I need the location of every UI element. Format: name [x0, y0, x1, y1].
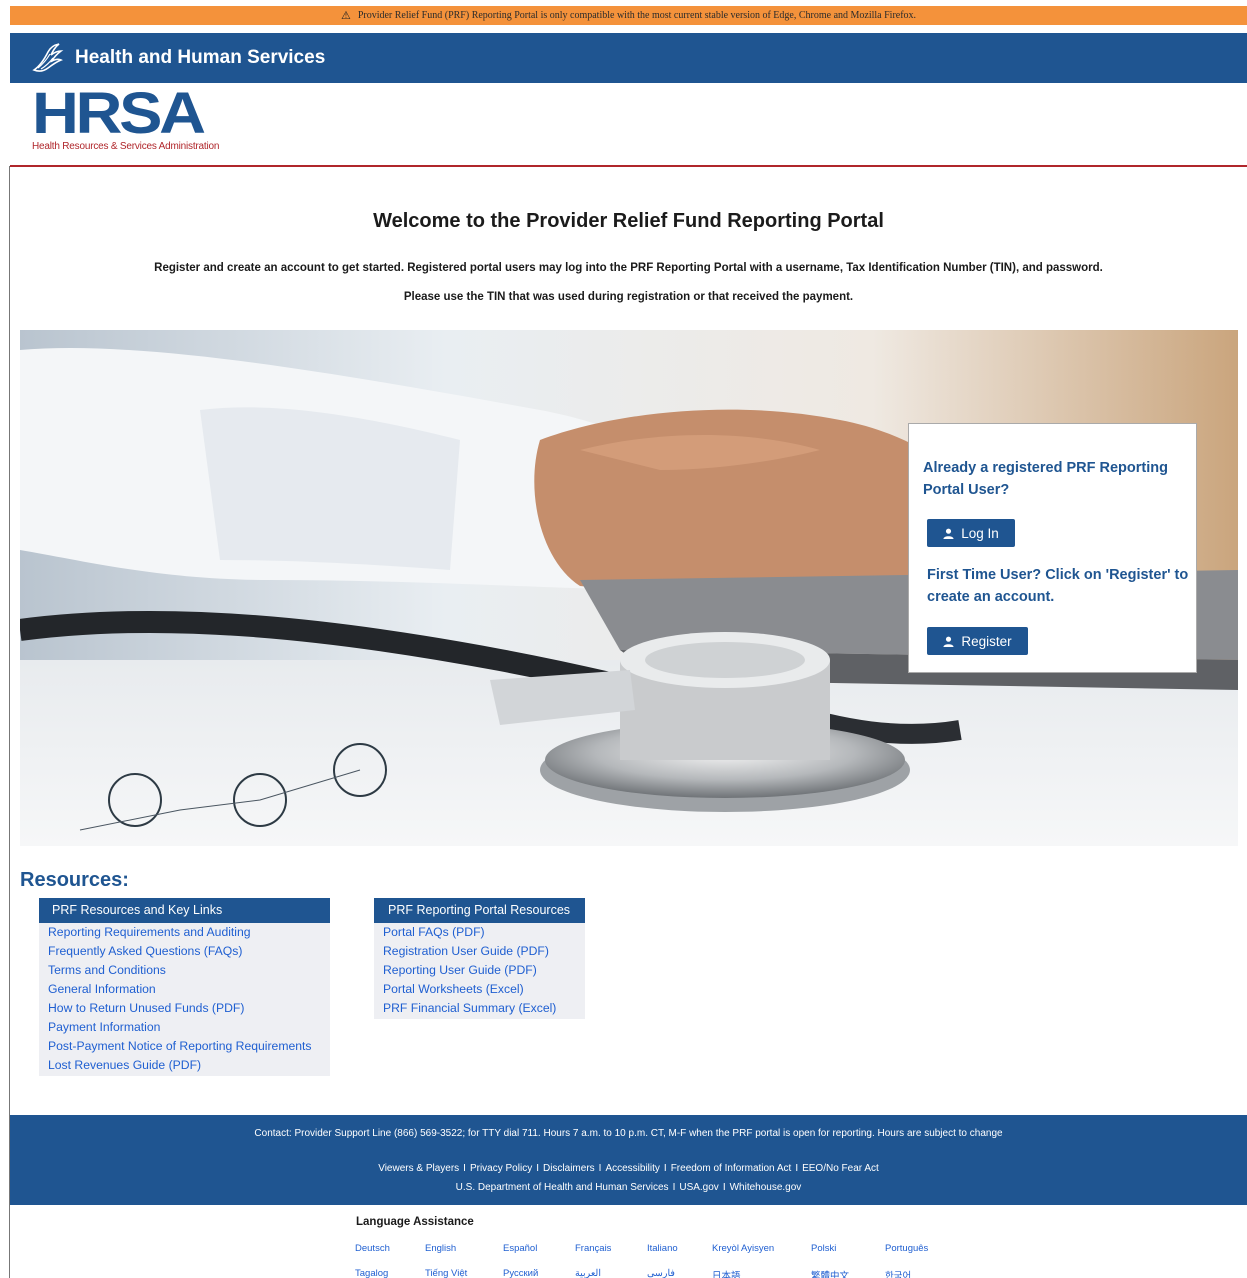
footer-link-whitehouse-gov[interactable]: Whitehouse.gov	[730, 1182, 802, 1193]
portal-resources-panel: PRF Reporting Portal Resources Portal FA…	[374, 898, 585, 1019]
language-link-polski[interactable]: Polski	[811, 1243, 836, 1254]
hhs-title[interactable]: Health and Human Services	[75, 47, 325, 69]
language-link-portugues[interactable]: Português	[885, 1243, 928, 1254]
link-payment-information[interactable]: Payment Information	[39, 1018, 330, 1037]
register-button-label: Register	[961, 633, 1012, 649]
first-time-user-prompt: First Time User? Click on 'Register' to …	[927, 567, 1189, 605]
language-link-kreyol[interactable]: Kreyòl Ayisyen	[712, 1243, 774, 1254]
site-footer: Contact: Provider Support Line (866) 569…	[10, 1115, 1247, 1205]
language-link-francais[interactable]: Français	[575, 1243, 611, 1254]
footer-separator: I	[598, 1163, 602, 1174]
page-left-border	[9, 166, 10, 1278]
person-icon	[943, 636, 954, 647]
link-post-payment-notice[interactable]: Post-Payment Notice of Reporting Require…	[39, 1037, 330, 1056]
login-card: Already a registered PRF Reporting Porta…	[908, 423, 1197, 673]
support-contact-text: Contact: Provider Support Line (866) 569…	[254, 1128, 1003, 1139]
language-link-english[interactable]: English	[425, 1243, 456, 1254]
warning-triangle-icon: ⚠	[340, 10, 351, 22]
language-link-chinese[interactable]: 繁體中文	[811, 1268, 849, 1278]
page-title: Welcome to the Provider Relief Fund Repo…	[373, 210, 884, 232]
prf-resources-panel: PRF Resources and Key Links Reporting Re…	[39, 898, 330, 1076]
link-return-unused-funds[interactable]: How to Return Unused Funds (PDF)	[39, 999, 330, 1018]
link-reporting-user-guide[interactable]: Reporting User Guide (PDF)	[374, 961, 585, 980]
link-reporting-requirements[interactable]: Reporting Requirements and Auditing	[39, 923, 330, 942]
footer-link-accessibility[interactable]: Accessibility	[605, 1163, 659, 1174]
login-button-label: Log In	[961, 525, 999, 541]
language-link-russian[interactable]: Русский	[503, 1268, 538, 1278]
link-portal-worksheets[interactable]: Portal Worksheets (Excel)	[374, 980, 585, 999]
header-divider	[10, 165, 1247, 167]
hhs-header: Health and Human Services	[10, 33, 1247, 83]
footer-separator: I	[722, 1182, 726, 1193]
language-link-tagalog[interactable]: Tagalog	[355, 1268, 388, 1278]
language-link-japanese[interactable]: 日本語	[712, 1268, 741, 1278]
registered-user-prompt: Already a registered PRF Reporting Porta…	[923, 460, 1168, 498]
tin-instructions: Please use the TIN that was used during …	[403, 291, 854, 303]
footer-separator: I	[536, 1163, 539, 1174]
link-terms-and-conditions[interactable]: Terms and Conditions	[39, 961, 330, 980]
language-assistance-heading: Language Assistance	[356, 1216, 474, 1228]
language-link-deutsch[interactable]: Deutsch	[355, 1243, 390, 1254]
hrsa-logo[interactable]: HRSA Health Resources & Services Adminis…	[32, 85, 232, 156]
language-link-farsi[interactable]: فارسی	[647, 1268, 675, 1278]
footer-links-row1: Viewers & Players I Privacy Policy I Disclai…	[10, 1163, 1247, 1174]
link-registration-user-guide[interactable]: Registration User Guide (PDF)	[374, 942, 585, 961]
resources-heading: Resources:	[20, 869, 129, 891]
alert-text: Provider Relief Fund (PRF) Reporting Por…	[357, 10, 917, 21]
intro-text: Register and create an account to get st…	[154, 262, 1103, 274]
footer-separator: I	[795, 1163, 799, 1174]
link-portal-faqs[interactable]: Portal FAQs (PDF)	[374, 923, 585, 942]
footer-link-foia[interactable]: Freedom of Information Act	[671, 1163, 792, 1174]
language-link-arabic[interactable]: العربية	[575, 1268, 601, 1278]
link-prf-financial-summary[interactable]: PRF Financial Summary (Excel)	[374, 999, 585, 1018]
footer-separator: I	[463, 1163, 466, 1174]
language-link-korean[interactable]: 한국어	[885, 1268, 911, 1278]
footer-link-viewers-players[interactable]: Viewers & Players	[378, 1163, 459, 1174]
language-link-espanol[interactable]: Español	[503, 1243, 537, 1254]
link-general-information[interactable]: General Information	[39, 980, 330, 999]
link-faqs[interactable]: Frequently Asked Questions (FAQs)	[39, 942, 330, 961]
footer-link-eeo-no-fear[interactable]: EEO/No Fear Act	[802, 1163, 879, 1174]
footer-link-privacy-policy[interactable]: Privacy Policy	[470, 1163, 532, 1174]
link-lost-revenues-guide[interactable]: Lost Revenues Guide (PDF)	[39, 1056, 330, 1075]
footer-links-row2: U.S. Department of Health and Human Serv…	[10, 1182, 1247, 1193]
browser-compatibility-alert: ⚠ Provider Relief Fund (PRF) Reporting P…	[10, 6, 1247, 25]
register-button[interactable]: Register	[927, 627, 1028, 655]
language-link-vietnamese[interactable]: Tiếng Việt	[425, 1268, 467, 1278]
person-icon	[943, 528, 954, 539]
footer-link-hhs[interactable]: U.S. Department of Health and Human Serv…	[456, 1182, 669, 1193]
footer-separator: I	[672, 1182, 676, 1193]
footer-link-disclaimers[interactable]: Disclaimers	[543, 1163, 595, 1174]
footer-separator: I	[663, 1163, 667, 1174]
login-button[interactable]: Log In	[927, 519, 1015, 547]
prf-resources-header: PRF Resources and Key Links	[39, 898, 330, 923]
hhs-eagle-icon[interactable]	[28, 40, 64, 76]
hrsa-logo-letters: HRSA	[32, 81, 206, 146]
portal-resources-header: PRF Reporting Portal Resources	[374, 898, 585, 923]
footer-link-usa-gov[interactable]: USA.gov	[679, 1182, 718, 1193]
language-link-italiano[interactable]: Italiano	[647, 1243, 678, 1254]
